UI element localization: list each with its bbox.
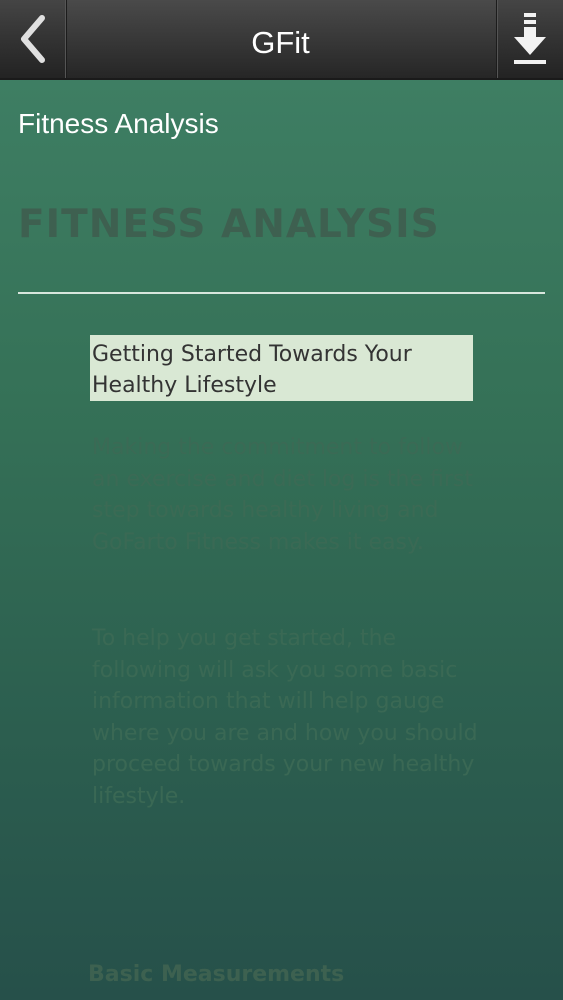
highlight-heading: Getting Started Towards Your Healthy Lif… [90, 335, 473, 401]
page-heading: Fitness Analysis [18, 108, 219, 139]
download-button[interactable] [496, 0, 563, 78]
navigation-bar: GFit [0, 0, 563, 80]
chevron-left-icon [21, 15, 45, 63]
back-button[interactable] [0, 0, 67, 78]
instructions-paragraph: To help you get started, the following w… [92, 626, 478, 809]
download-icon [514, 13, 546, 64]
section-title: FITNESS ANALYSIS [18, 202, 440, 247]
content-area: Fitness Analysis FITNESS ANALYSIS Gettin… [0, 80, 563, 1000]
divider [18, 292, 545, 294]
intro-paragraph: Making the commitment to follow an exerc… [92, 435, 474, 555]
app-title: GFit [251, 25, 310, 60]
basic-measurements-heading: Basic Measurements [88, 962, 345, 987]
